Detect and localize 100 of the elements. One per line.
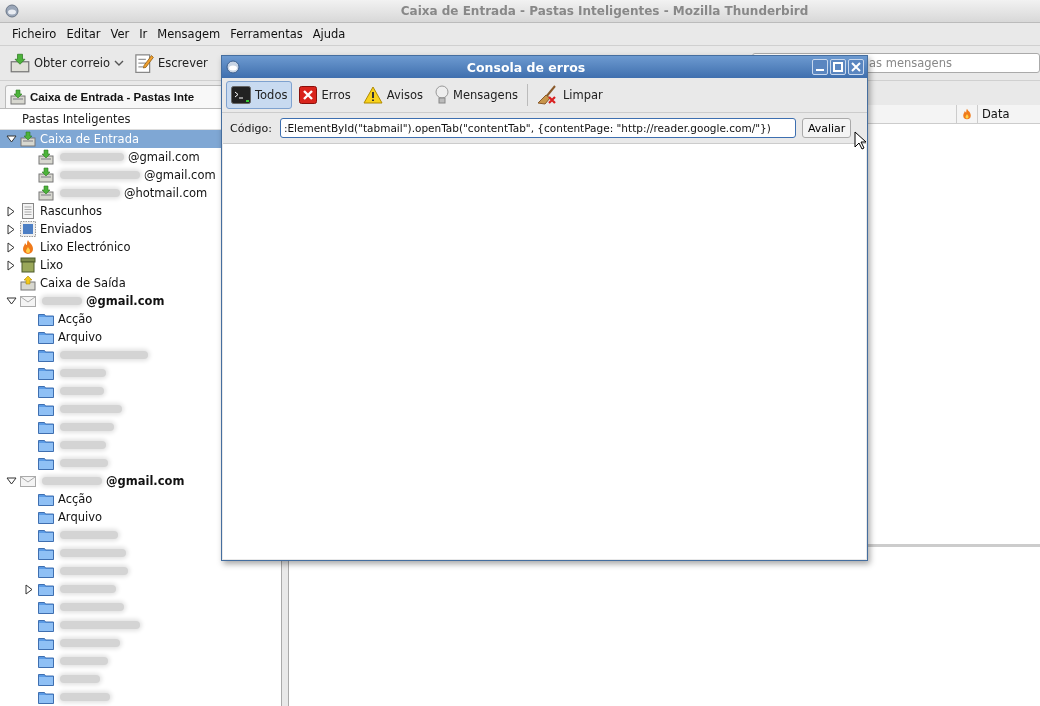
expanded-triangle-icon[interactable] (5, 477, 17, 485)
menu-item[interactable]: Editar (61, 27, 106, 41)
filter-button[interactable]: Todos (226, 81, 293, 109)
inbox-icon (38, 167, 54, 183)
trash-icon (20, 257, 36, 273)
menu-item[interactable]: Ver (105, 27, 135, 41)
inbox-icon (38, 149, 54, 165)
folder-item[interactable]: Acção (0, 310, 281, 328)
folder-icon (38, 420, 54, 434)
inbox-icon (20, 131, 36, 147)
redacted-text (60, 603, 124, 611)
redacted-text (60, 153, 124, 161)
folder-icon (38, 582, 54, 596)
collapsed-triangle-icon[interactable] (7, 223, 15, 235)
folder-icon (38, 564, 54, 578)
folder-item[interactable]: Arquivo (0, 508, 281, 526)
toolbar-button[interactable]: Escrever (130, 51, 212, 75)
redacted-text (60, 189, 120, 197)
filter-button[interactable]: Mensagens (429, 81, 523, 109)
minimize-button[interactable] (812, 59, 828, 75)
inbox-icon (10, 53, 30, 73)
folder-icon (38, 690, 54, 704)
folder-icon (38, 366, 54, 380)
outbox-icon (20, 275, 36, 291)
folder-item[interactable]: Caixa de Saída (0, 274, 281, 292)
redacted-text (60, 639, 120, 647)
folder-icon (38, 348, 54, 362)
minimize-icon (816, 69, 824, 71)
expanded-triangle-icon[interactable] (5, 297, 17, 305)
folder-item[interactable]: @gmail.com (0, 472, 281, 490)
folder-icon (38, 636, 54, 650)
menu-item[interactable]: Ir (134, 27, 153, 41)
folder-item[interactable]: Arquivo (0, 328, 281, 346)
menu-item[interactable]: Ficheiro (7, 27, 62, 41)
terminal-icon (231, 86, 251, 104)
broom-icon (536, 85, 559, 105)
redacted-text (60, 567, 128, 575)
folder-item[interactable]: @gmail.com (0, 292, 281, 310)
folder-item[interactable]: Enviados (0, 220, 281, 238)
maximize-icon (833, 62, 843, 72)
folder-item[interactable]: @hotmail.com (0, 184, 281, 202)
warning-icon (362, 86, 383, 104)
filter-button[interactable]: Erros (294, 81, 356, 109)
inbox-icon (10, 89, 26, 105)
folder-icon (38, 672, 54, 686)
error-icon (299, 86, 318, 104)
filter-button[interactable]: Avisos (357, 81, 428, 109)
expanded-triangle-icon[interactable] (5, 135, 17, 143)
folder-icon (38, 456, 54, 470)
folder-item[interactable]: Acção (0, 490, 281, 508)
clear-button[interactable]: Limpar (531, 81, 608, 109)
redacted-text (42, 297, 82, 305)
folder-icon (38, 492, 54, 506)
redacted-text (60, 423, 114, 431)
column-header-cell[interactable]: Data (977, 105, 1040, 123)
redacted-text (60, 549, 126, 557)
collapsed-triangle-icon[interactable] (7, 241, 15, 253)
folder-icon (38, 618, 54, 632)
redacted-text (42, 477, 102, 485)
collapsed-triangle-icon[interactable] (7, 205, 15, 217)
evaluate-button[interactable]: Avaliar (801, 118, 852, 138)
menu-item[interactable]: Mensagem (152, 27, 226, 41)
collapsed-triangle-icon[interactable] (7, 259, 15, 271)
folder-icon (38, 546, 54, 560)
lightbulb-icon (434, 85, 449, 105)
flame-icon (20, 239, 36, 255)
document-icon (20, 203, 36, 219)
flame-icon (961, 108, 973, 120)
stamp-icon (20, 221, 36, 237)
app-icon (5, 4, 19, 18)
collapsed-triangle-icon[interactable] (25, 583, 33, 595)
close-button[interactable] (848, 59, 864, 75)
folder-icon (38, 402, 54, 416)
pencil-note-icon (134, 53, 154, 73)
folder-item[interactable]: @gmail.com (0, 148, 281, 166)
folder-item[interactable]: Rascunhos (0, 202, 281, 220)
redacted-text (60, 585, 116, 593)
folder-item[interactable]: Lixo Electrónico (0, 238, 281, 256)
folder-icon (38, 600, 54, 614)
folder-icon (38, 510, 54, 524)
window-title: Caixa de Entrada - Pastas Inteligentes - Mozilla Thunderbird (400, 4, 809, 18)
maximize-button[interactable] (830, 59, 846, 75)
redacted-text (60, 657, 108, 665)
folder-icon (38, 438, 54, 452)
toolbar-button[interactable]: Obter correio (6, 51, 128, 75)
menu-item[interactable]: Ferramentas (225, 27, 308, 41)
redacted-text (60, 531, 118, 539)
redacted-text (60, 675, 100, 683)
redacted-text (60, 459, 108, 467)
folder-icon (38, 330, 54, 344)
redacted-text (60, 387, 104, 395)
redacted-text (60, 441, 106, 449)
redacted-text (60, 405, 122, 413)
redacted-text (60, 369, 106, 377)
code-input-field[interactable]: :ElementById("tabmail").openTab("contentTab", {contentPage: "http://reader.google.com/"}) (279, 118, 796, 138)
folder-item[interactable]: Lixo (0, 256, 281, 274)
menu-item[interactable]: Ajuda (307, 27, 351, 41)
folder-icon (38, 312, 54, 326)
folder-item[interactable]: @gmail.com (0, 166, 281, 184)
redacted-text (60, 693, 110, 701)
